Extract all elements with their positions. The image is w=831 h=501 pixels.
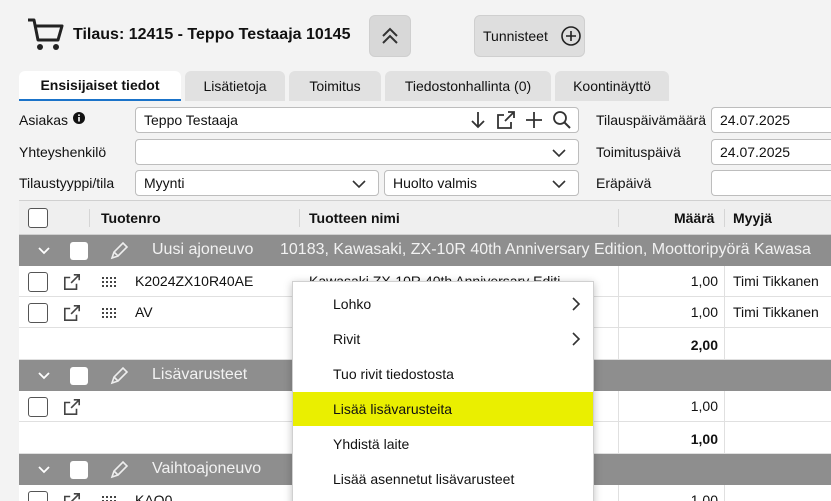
cell-product-no: K2024ZX10R40AE <box>135 273 254 289</box>
customer-label: Asiakas <box>19 112 85 128</box>
group-subtitle: 10183, Kawasaki, ZX-10R 40th Anniversary… <box>280 241 811 258</box>
menu-item-label: Lohko <box>333 296 372 312</box>
tab-file-management[interactable]: Tiedostonhallinta (0) <box>385 71 551 101</box>
tab-dashboard[interactable]: Koontinäyttö <box>555 71 669 101</box>
cell-quantity: 1,00 <box>690 492 718 501</box>
row-checkbox[interactable] <box>28 397 48 417</box>
column-header-product-name[interactable]: Tuotteen nimi <box>309 210 400 226</box>
column-header-quantity[interactable]: Määrä <box>674 210 714 226</box>
column-header-product-no[interactable]: Tuotenro <box>101 210 161 226</box>
customer-field[interactable]: Teppo Testaaja <box>135 107 579 133</box>
drag-handle-icon[interactable] <box>102 277 116 287</box>
page-title: Tilaus: 12415 - Teppo Testaaja 10145 <box>73 26 351 43</box>
chevron-right-icon <box>572 332 581 346</box>
group-sum-quantity: 2,00 <box>690 337 718 353</box>
info-icon <box>72 112 85 124</box>
tab-bar: Ensisijaiset tiedot Lisätietoja Toimitus… <box>19 71 669 101</box>
drag-handle-icon[interactable] <box>102 308 116 318</box>
chevron-down-icon <box>352 180 366 189</box>
group-checkbox[interactable] <box>70 242 88 260</box>
due-date-input[interactable] <box>711 170 831 196</box>
chevron-down-icon[interactable] <box>38 371 50 381</box>
open-external-icon[interactable] <box>63 304 81 322</box>
customer-value: Teppo Testaaja <box>144 112 238 128</box>
pencil-icon[interactable] <box>108 240 130 262</box>
menu-item-label: Lisää asennetut lisävarusteet <box>333 471 515 487</box>
select-all-checkbox[interactable] <box>28 208 48 228</box>
row-checkbox[interactable] <box>28 272 48 292</box>
group-checkbox[interactable] <box>70 461 88 479</box>
menu-item-add-accessories[interactable]: Lisää lisävarusteita <box>293 392 593 426</box>
row-checkbox[interactable] <box>28 303 48 323</box>
open-external-icon[interactable] <box>63 492 81 501</box>
cell-quantity: 1,00 <box>690 398 718 414</box>
delivery-date-input[interactable]: 24.07.2025 <box>711 139 831 165</box>
shopping-cart-icon <box>28 18 64 50</box>
chevron-down-icon <box>552 149 566 158</box>
cell-seller: Timi Tikkanen <box>733 304 819 320</box>
due-date-label: Eräpäivä <box>596 175 652 191</box>
menu-item-label: Rivit <box>333 331 361 347</box>
menu-item-connect-device[interactable]: Yhdistä laite <box>293 427 593 461</box>
add-circle-icon <box>561 26 581 46</box>
plus-icon[interactable] <box>524 110 544 130</box>
order-type-select[interactable]: Myynti <box>135 170 379 196</box>
menu-item-label: Tuo rivit tiedostosta <box>333 366 454 382</box>
grid-header: Tuotenro Tuotteen nimi Määrä Myyjä <box>19 200 831 235</box>
tags-button-label: Tunnisteet <box>483 28 548 44</box>
chevron-double-up-icon <box>382 27 398 44</box>
chevron-right-icon <box>572 297 581 311</box>
cell-quantity: 1,00 <box>690 304 718 320</box>
chevron-down-icon[interactable] <box>38 246 50 256</box>
group-title: Vaihtoajoneuvo <box>152 460 262 477</box>
cell-quantity: 1,00 <box>690 273 718 289</box>
group-header[interactable]: Uusi ajoneuvo 10183, Kawasaki, ZX-10R 40… <box>19 235 831 266</box>
order-type-value: Myynti <box>144 175 185 191</box>
cell-product-no: KAO0 <box>135 492 173 501</box>
menu-item-block[interactable]: Lohko <box>293 287 593 321</box>
pencil-icon[interactable] <box>108 365 130 387</box>
group-title: Lisävarusteet <box>152 366 248 383</box>
menu-item-label: Lisää lisävarusteita <box>333 401 453 417</box>
cell-product-no: AV <box>135 304 153 320</box>
cell-seller: Timi Tikkanen <box>733 273 819 289</box>
column-header-seller[interactable]: Myyjä <box>733 210 772 226</box>
tab-primary-info[interactable]: Ensisijaiset tiedot <box>19 71 181 101</box>
open-external-icon[interactable] <box>63 273 81 291</box>
group-sum-quantity: 1,00 <box>690 431 718 447</box>
row-checkbox[interactable] <box>28 491 48 501</box>
menu-item-import-rows[interactable]: Tuo rivit tiedostosta <box>293 357 593 391</box>
chevron-down-icon <box>552 180 566 189</box>
search-icon[interactable] <box>552 110 572 130</box>
open-external-icon[interactable] <box>63 398 81 416</box>
order-date-input[interactable]: 24.07.2025 <box>711 107 831 133</box>
tab-additional-info[interactable]: Lisätietoja <box>185 71 285 101</box>
arrow-down-icon[interactable] <box>468 110 488 130</box>
pencil-icon[interactable] <box>108 459 130 481</box>
context-menu: Lohko Rivit Tuo rivit tiedostosta Lisää … <box>292 281 594 501</box>
order-status-value: Huolto valmis <box>393 175 478 191</box>
menu-item-label: Yhdistä laite <box>333 436 410 452</box>
contact-label: Yhteyshenkilö <box>19 144 107 160</box>
group-title: Uusi ajoneuvo <box>152 241 254 258</box>
order-date-label: Tilauspäivämäärä <box>596 112 706 128</box>
tags-button[interactable]: Tunnisteet <box>474 15 585 57</box>
chevron-down-icon[interactable] <box>38 465 50 475</box>
delivery-date-label: Toimituspäivä <box>596 144 681 160</box>
group-checkbox[interactable] <box>70 367 88 385</box>
order-type-label: Tilaustyyppi/tila <box>19 175 115 191</box>
menu-item-add-installed-accessories[interactable]: Lisää asennetut lisävarusteet <box>293 462 593 496</box>
tab-delivery[interactable]: Toimitus <box>289 71 381 101</box>
open-external-icon[interactable] <box>496 110 516 130</box>
order-status-select[interactable]: Huolto valmis <box>384 170 579 196</box>
contact-select[interactable] <box>135 139 579 165</box>
drag-handle-icon[interactable] <box>102 496 116 501</box>
menu-item-rows[interactable]: Rivit <box>293 322 593 356</box>
collapse-header-button[interactable] <box>369 15 411 57</box>
